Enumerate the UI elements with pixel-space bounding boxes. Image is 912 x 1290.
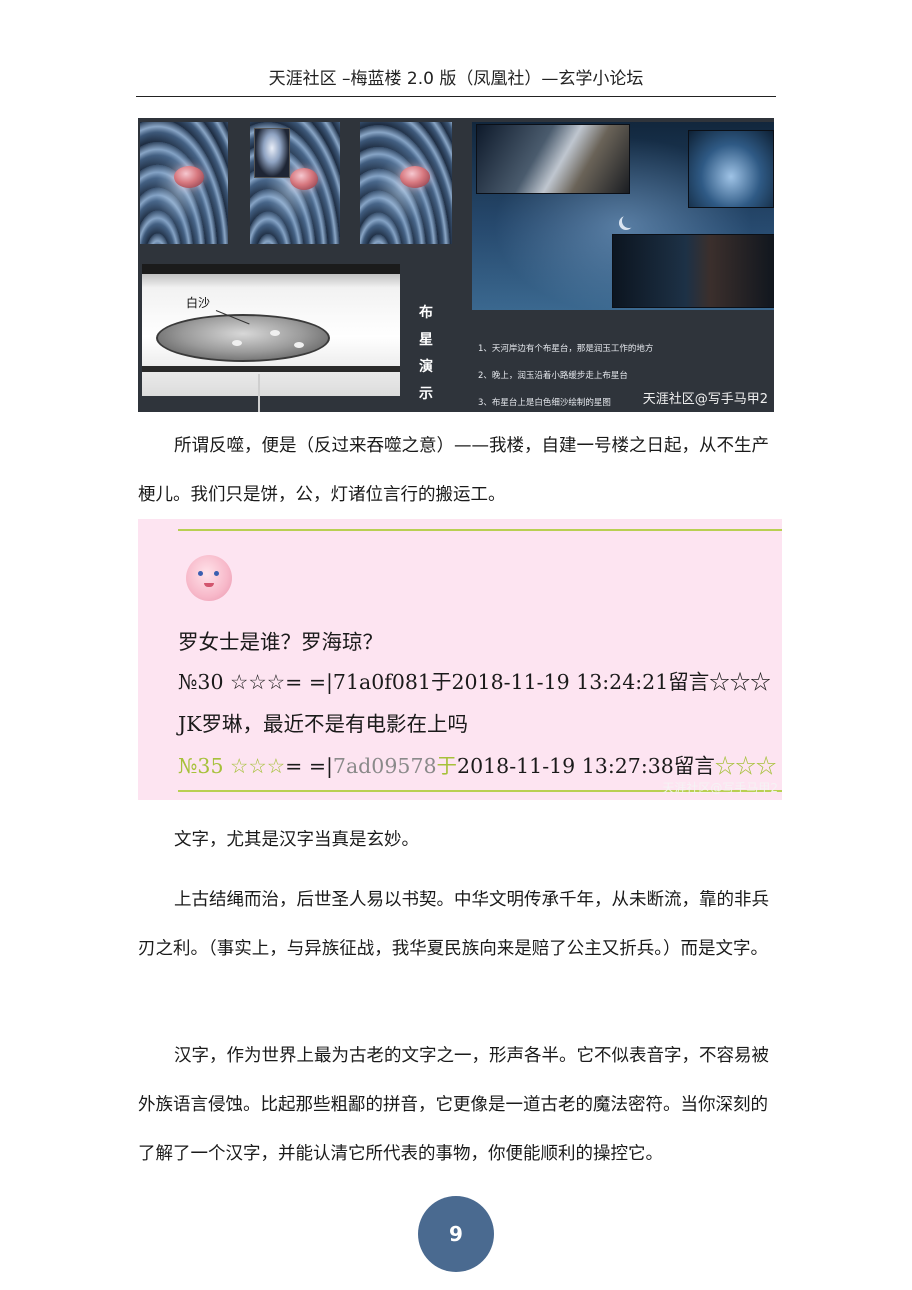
comment-question: 罗女士是谁？罗海琼？ — [178, 630, 383, 654]
meta-35-number: №35 ☆☆☆ — [178, 754, 286, 778]
galaxy-thumb-1 — [140, 122, 228, 244]
bowl-spot — [232, 340, 242, 346]
inset-thumb — [254, 128, 290, 178]
galaxy-thumb-3 — [360, 122, 452, 244]
movie-still-villain — [612, 234, 774, 308]
pole — [258, 374, 260, 412]
figure-watermark: 天涯社区@写手马甲2 — [642, 392, 768, 407]
bowl-bar-top — [142, 264, 400, 274]
paragraph-3: 上古结绳而治，后世圣人易以书契。中华文明传承千年，从未断流，靠的非兵刃之利。（事… — [138, 890, 769, 959]
header-title: 天涯社区 –梅蓝楼 2.0 版（凤凰社）—玄学小论坛 — [268, 69, 644, 89]
gem-3 — [400, 166, 430, 188]
quoted-comment-box: 罗女士是谁？罗海琼？ №30 ☆☆☆= =|71a0f081于2018-11-1… — [138, 519, 782, 800]
gem-2 — [290, 168, 318, 190]
quote-watermark: 天涯社区@写手马甲2 — [662, 781, 778, 795]
meta-35-sep: = =| — [285, 754, 333, 778]
meta-35-at: 于 — [436, 754, 458, 778]
bowl-bar-bottom — [142, 366, 400, 372]
step-item: 3、布星台上是白色细沙绘制的星图 — [478, 398, 611, 408]
paragraph-2: 文字，尤其是汉字当真是玄妙。 — [174, 830, 419, 850]
meta-35-stars: ☆☆☆ — [714, 754, 777, 778]
vertical-title: 布 星 演 示 — [416, 300, 436, 408]
crescent-moon-icon — [622, 214, 636, 228]
vertical-title-char: 布 — [419, 305, 433, 321]
step-list: 1、天河岸边有个布星台，那是润玉工作的地方 2、晚上，润玉沿着小路缓步走上布星台… — [478, 336, 653, 412]
step-item: 2、晚上，润玉沿着小路缓步走上布星台 — [478, 371, 628, 381]
vertical-title-char: 星 — [419, 332, 433, 348]
illustration-figure: 白沙 布 星 演 示 1、天河岸边有个布星台，那是润玉工作的地方 2、晚上，润玉… — [138, 118, 774, 412]
step-item: 1、天河岸边有个布星台，那是润玉工作的地方 — [478, 344, 654, 354]
comment-reply: JK罗琳，最近不是有电影在上吗 — [178, 712, 469, 736]
movie-still-wizard — [476, 124, 630, 194]
page-header: 天涯社区 –梅蓝楼 2.0 版（凤凰社）—玄学小论坛 — [136, 66, 776, 97]
bowl-spot — [294, 342, 304, 348]
movie-still-figure — [688, 130, 774, 208]
vertical-title-char: 演 — [419, 359, 433, 375]
bowl-label: 白沙 — [186, 296, 211, 310]
page-number: 9 — [418, 1196, 494, 1272]
quote-divider-top — [178, 529, 782, 531]
gem-1 — [174, 166, 204, 188]
avatar-icon — [186, 555, 232, 601]
comment-meta-30: №30 ☆☆☆= =|71a0f081于2018-11-19 13:24:21留… — [178, 670, 771, 694]
meta-35-user: 7ad09578 — [332, 754, 437, 778]
comment-meta-35: №35 ☆☆☆= =|7ad09578于2018-11-19 13:27:38留… — [178, 749, 776, 779]
bowl-spot — [270, 330, 280, 336]
paragraph-4: 汉字，作为世界上最为古老的文字之一，形声各半。它不似表音字，不容易被外族语言侵蚀… — [138, 1046, 769, 1164]
paragraph-1: 所谓反噬，便是（反过来吞噬之意）——我楼，自建一号楼之日起，从不生产梗儿。我们只… — [138, 436, 769, 505]
vertical-title-char: 示 — [419, 386, 433, 402]
meta-35-time: 2018-11-19 13:27:38留言 — [457, 754, 715, 778]
